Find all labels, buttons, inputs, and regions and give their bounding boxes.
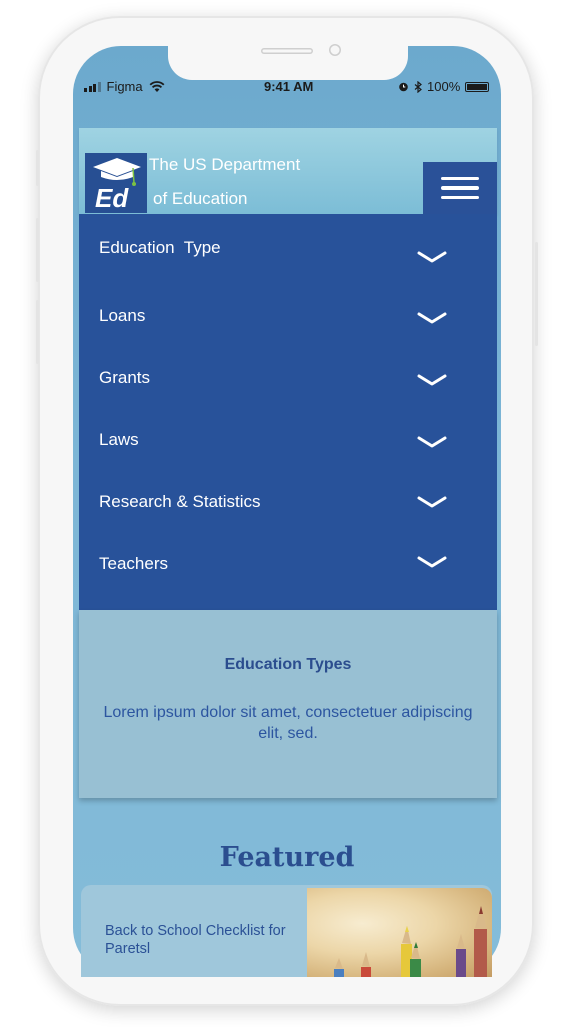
power-button [535, 242, 538, 346]
chevron-down-icon [417, 312, 447, 324]
nav-item-research-statistics[interactable]: Research & Statistics [79, 485, 497, 525]
menu-bar-icon [441, 186, 479, 190]
status-left: Figma [84, 79, 165, 94]
bluetooth-icon [414, 80, 422, 93]
front-camera [329, 44, 341, 56]
nav-item-label: Laws [99, 430, 139, 449]
nav-item-grants[interactable]: Grants [79, 361, 497, 401]
mute-switch [36, 150, 39, 186]
menu-bar-icon [441, 176, 479, 181]
site-title-line2: of Education [153, 189, 248, 208]
site-logo[interactable]: Ed [85, 153, 147, 213]
carrier-label: Figma [106, 79, 143, 94]
chevron-down-icon [417, 556, 447, 568]
chevron-down-icon [417, 374, 447, 386]
chevron-down-icon [417, 251, 447, 263]
graduation-cap-logo-icon: Ed [93, 158, 141, 213]
hamburger-menu-button[interactable] [423, 162, 497, 214]
nav-item-teachers[interactable]: Teachers [79, 547, 497, 587]
featured-heading: Featured [219, 842, 355, 873]
nav-item-label: Loans [99, 306, 146, 325]
alarm-icon [399, 82, 408, 92]
featured-card[interactable]: Back to School Checklist for Paretsl [81, 885, 492, 977]
nav-item-label: Grants [99, 368, 151, 387]
status-right: 100% [398, 79, 490, 94]
nav-item-label: Research & Statistics [99, 492, 261, 511]
nav-item-laws[interactable]: Laws [79, 423, 497, 463]
featured-card-title: Back to School Checklist for Paretsl [105, 923, 286, 957]
signal-icon [84, 81, 101, 92]
wifi-icon [149, 80, 165, 92]
colored-pencils-illustration [334, 906, 487, 977]
chevron-down-icon [417, 436, 447, 448]
nav-item-loans[interactable]: Loans [79, 299, 497, 339]
speaker [261, 48, 313, 54]
volume-up-button [36, 218, 39, 282]
volume-down-button [36, 300, 39, 364]
nav-item-label: Education Type [99, 238, 221, 257]
logo-letters: Ed [95, 183, 129, 213]
education-types-card: Education Types Lorem ipsum dolor sit am… [79, 610, 497, 798]
battery-percent: 100% [427, 79, 461, 94]
nav-dropdown: Education Type Loans Grants Laws Researc… [79, 214, 497, 610]
featured-card-image [307, 888, 492, 977]
menu-bar-icon [441, 195, 479, 200]
card-body-text: Lorem ipsum dolor sit amet, consectetuer… [103, 704, 473, 742]
battery-icon [465, 81, 490, 92]
nav-item-label: Teachers [99, 554, 168, 573]
card-title: Education Types [224, 656, 352, 673]
site-title-line1: The US Department [149, 155, 301, 174]
nav-item-education-type[interactable]: Education Type [79, 232, 497, 272]
clock: 9:41 AM [264, 79, 314, 94]
chevron-down-icon [417, 496, 447, 508]
